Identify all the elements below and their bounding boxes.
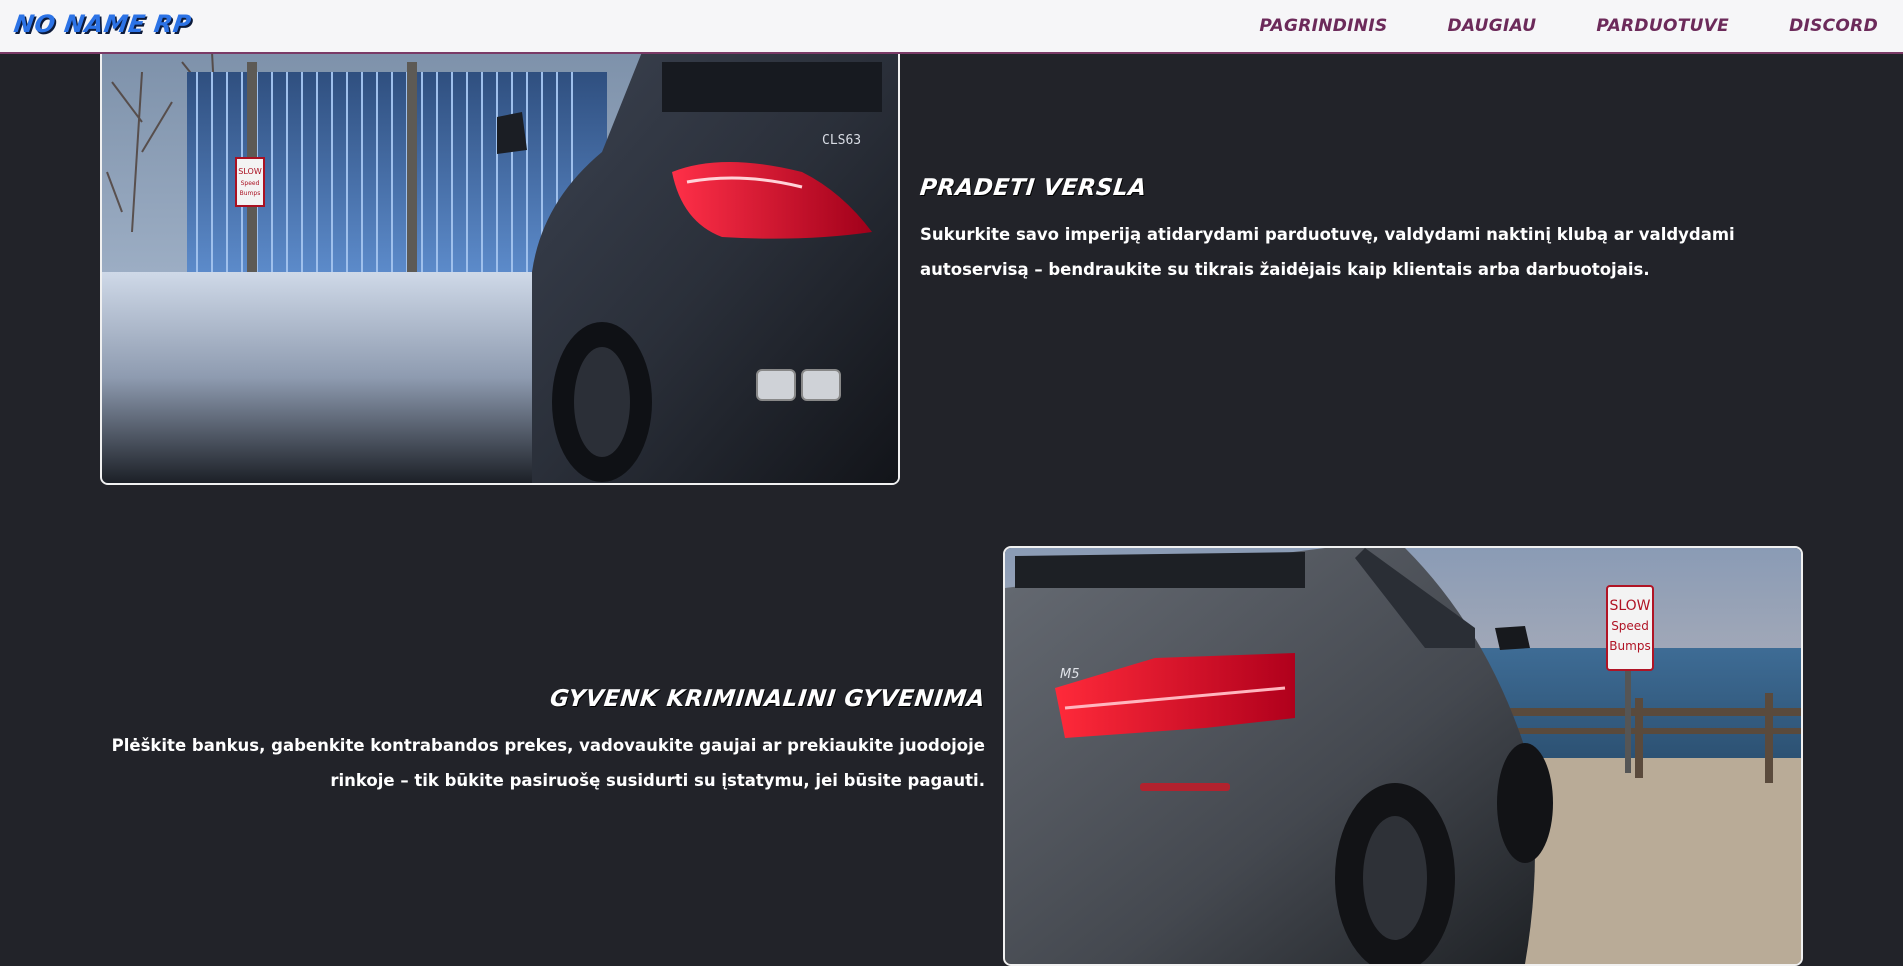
sign-text-line3: Bumps — [240, 190, 261, 197]
car2-badge: M5 — [1060, 667, 1080, 682]
sign2-text-line1: SLOW — [1609, 598, 1650, 614]
seaside-car-photo: SLOW Speed Bumps M5 — [1005, 548, 1801, 964]
car-badge: CLS63 — [822, 133, 861, 148]
crime-section-image: SLOW Speed Bumps M5 — [1003, 546, 1803, 966]
sign-text-line2: Speed — [241, 180, 260, 187]
business-section-text: PRADETI VERSLA Sukurkite savo imperiją a… — [918, 175, 1810, 287]
crime-section-title: GYVENK KRIMINALINI GYVENIMA — [548, 686, 987, 712]
sign2-text-line2: Speed — [1611, 619, 1649, 633]
business-section-title: PRADETI VERSLA — [918, 175, 1149, 201]
nav-link-discord[interactable]: DISCORD — [1789, 16, 1878, 36]
brand-logo[interactable]: NO NAME RP — [12, 10, 193, 38]
nav-link-parduotuve[interactable]: PARDUOTUVE — [1596, 16, 1729, 36]
sign-text-line1: SLOW — [238, 167, 262, 176]
nav-links: PAGRINDINIS DAUGIAU PARDUOTUVE DISCORD — [1259, 0, 1878, 52]
business-section-description: Sukurkite savo imperiją atidarydami pard… — [920, 225, 1735, 279]
nav-link-pagrindinis[interactable]: PAGRINDINIS — [1259, 16, 1387, 36]
nav-link-daugiau[interactable]: DAUGIAU — [1448, 16, 1537, 36]
crime-section-text: GYVENK KRIMINALINI GYVENIMA Plėškite ban… — [100, 686, 987, 798]
snowy-car-photo: SLOW Speed Bumps CLS63 — [102, 32, 898, 483]
top-navbar: NO NAME RP PAGRINDINIS DAUGIAU PARDUOTUV… — [0, 0, 1903, 54]
business-section-image: SLOW Speed Bumps CLS63 — [100, 30, 900, 485]
crime-section-description: Plėškite bankus, gabenkite kontrabandos … — [111, 736, 985, 790]
sign2-text-line3: Bumps — [1609, 639, 1650, 653]
